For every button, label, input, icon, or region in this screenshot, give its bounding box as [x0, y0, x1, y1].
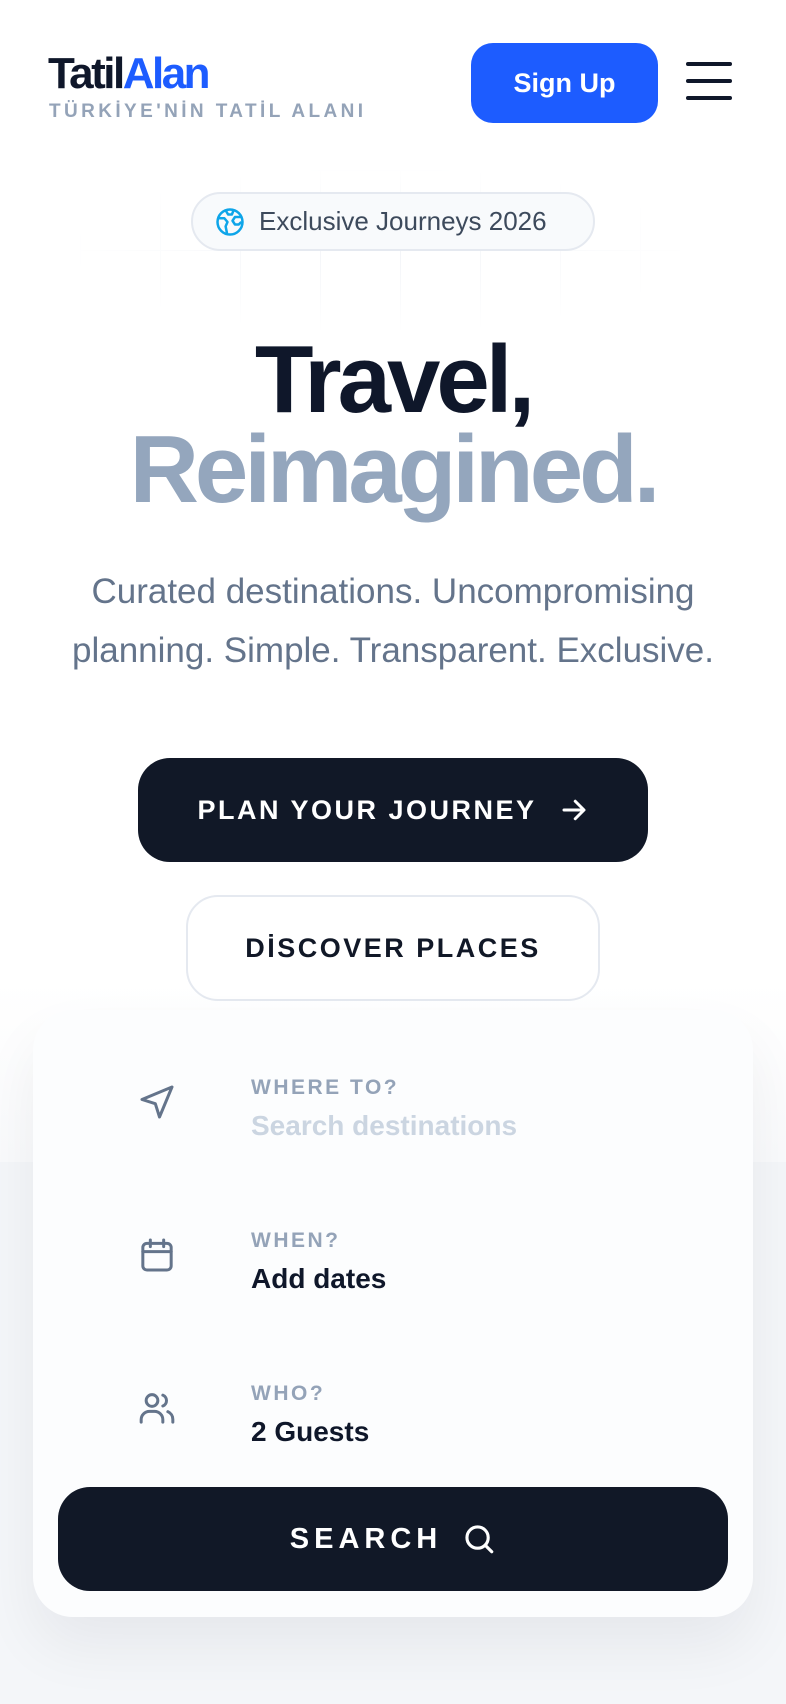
sign-up-button[interactable]: Sign Up [471, 43, 658, 123]
navigation-arrow-icon [140, 1085, 174, 1119]
where-field[interactable]: WHERE TO? [105, 1050, 705, 1150]
hero-subtitle: Curated destinations. Uncompromising pla… [72, 572, 714, 670]
logo[interactable]: TatilAlan [48, 49, 211, 98]
hero-badge: Exclusive Journeys 2026 [191, 192, 595, 251]
globe-icon [216, 207, 244, 236]
search-button[interactable]: SEARCH [58, 1487, 728, 1591]
logo-text-part1: Tatil [48, 49, 125, 98]
search-icon [465, 1525, 494, 1554]
menu-line [686, 79, 732, 83]
menu-line [686, 62, 732, 66]
users-icon [139, 1393, 175, 1424]
discover-places-button[interactable]: DİSCOVER PLACES [186, 895, 600, 1001]
where-label: WHERE TO? [251, 1076, 400, 1099]
calendar-icon [141, 1238, 173, 1272]
hero-title-line1: Travel, [254, 326, 535, 433]
who-value: 2 Guests [251, 1416, 370, 1447]
when-label: WHEN? [251, 1229, 341, 1252]
logo-tagline: TÜRKİYE'NİN TATİL ALANI [49, 101, 367, 122]
hero-title-line2: Reimagined. [129, 416, 661, 523]
menu-line [686, 96, 732, 100]
when-value: Add dates [251, 1263, 387, 1294]
arrow-right-icon [562, 799, 586, 821]
discover-places-label: DİSCOVER PLACES [245, 932, 541, 963]
who-field[interactable]: WHO? 2 Guests [105, 1356, 705, 1456]
who-label: WHO? [251, 1382, 326, 1405]
plan-journey-button[interactable]: PLAN YOUR JOURNEY [138, 758, 648, 862]
hamburger-menu-icon[interactable] [686, 60, 732, 102]
when-field[interactable]: WHEN? Add dates [105, 1203, 705, 1303]
site-header: TatilAlan TÜRKİYE'NİN TATİL ALANI Sign U… [0, 0, 786, 140]
logo-text-part2: Alan [122, 49, 211, 98]
destination-search-input[interactable] [251, 1106, 671, 1146]
badge-label: Exclusive Journeys 2026 [259, 206, 547, 236]
search-card: WHERE TO? WHEN? Add dates WHO? 2 Guests … [33, 1010, 753, 1617]
search-button-label: SEARCH [289, 1522, 443, 1555]
plan-journey-label: PLAN YOUR JOURNEY [197, 794, 537, 825]
